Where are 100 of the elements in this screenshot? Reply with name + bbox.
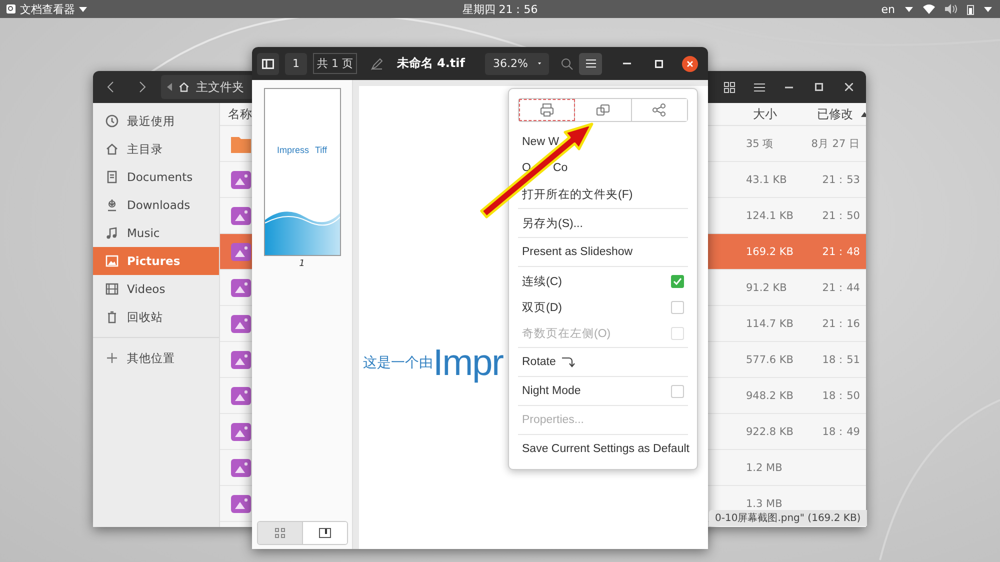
menu-button[interactable]	[579, 52, 602, 74]
sidebar-item[interactable]: Videos	[93, 275, 219, 303]
maximize-icon[interactable]	[815, 83, 823, 91]
modified-time: 18：50	[821, 388, 860, 402]
menu-item[interactable]: New W	[522, 136, 560, 148]
menu-icon[interactable]	[754, 82, 764, 92]
image-file-icon	[230, 458, 252, 478]
close-button[interactable]	[682, 56, 698, 72]
file-size: 1.3 MB	[746, 498, 784, 510]
picture-icon	[105, 254, 119, 268]
sort-icon[interactable]	[861, 112, 866, 116]
modified-time: 21：50	[821, 208, 860, 222]
zoom-dropdown[interactable]: 36.2%	[485, 52, 549, 74]
file-size: 91.2 KB	[746, 282, 788, 294]
sidebar-item[interactable]: 回收站	[93, 303, 219, 331]
page-count: 共 1 页	[313, 53, 357, 74]
image-file-icon	[230, 242, 252, 262]
file-size: 124.1 KB	[746, 210, 794, 222]
page-thumbnail[interactable]: Impress Tiff	[264, 88, 340, 256]
path-label: 主文件夹	[196, 78, 244, 96]
checkbox[interactable]	[671, 384, 684, 398]
clock[interactable]: 星期四 21：56	[462, 2, 538, 16]
caret-icon	[984, 6, 992, 12]
image-file-icon	[230, 170, 252, 190]
file-size: 35 项	[746, 136, 775, 150]
menu-item[interactable]: 另存为(S)...	[522, 216, 583, 230]
download-icon	[105, 198, 119, 212]
page-text: Impr	[433, 342, 503, 384]
image-file-icon	[230, 314, 252, 334]
window-title: 未命名 4.tif	[396, 55, 465, 72]
volume-icon[interactable]	[945, 4, 957, 14]
image-file-icon	[230, 422, 252, 442]
status-overlay: 0-10屏幕截图.png" (169.2 KB)	[709, 510, 867, 526]
path-bar[interactable]: 主文件夹	[161, 75, 254, 99]
file-size: 114.7 KB	[746, 318, 794, 330]
column-header[interactable]: 已修改	[817, 106, 853, 122]
grid-view-icon[interactable]	[724, 82, 734, 92]
back-icon[interactable]	[106, 81, 114, 93]
search-icon[interactable]	[561, 58, 573, 70]
image-file-icon	[230, 278, 252, 298]
trash-icon	[105, 310, 119, 324]
menu-item[interactable]: Save Current Settings as Default	[522, 443, 690, 455]
app-menu[interactable]: 文档查看器	[20, 2, 75, 16]
home-icon	[105, 142, 119, 156]
sidebar-item[interactable]: Documents	[93, 163, 219, 191]
menu-item[interactable]: O	[522, 162, 531, 174]
sidebar-item[interactable]: Downloads	[93, 191, 219, 219]
share-icon	[652, 103, 666, 117]
wifi-icon[interactable]	[923, 4, 935, 14]
sidebar-item[interactable]: 主目录	[93, 135, 219, 163]
minimize-icon[interactable]	[785, 86, 793, 88]
pencil-icon[interactable]	[371, 58, 383, 70]
app-icon	[6, 4, 16, 14]
modified-time: 21：53	[821, 172, 860, 186]
battery-icon[interactable]	[967, 4, 974, 14]
caret-icon	[79, 6, 87, 12]
file-size: 922.8 KB	[746, 426, 794, 438]
page-field[interactable]: 1	[285, 52, 307, 74]
image-file-icon	[230, 494, 252, 514]
grid-icon	[274, 528, 284, 538]
modified-time: 21：16	[821, 316, 860, 330]
rotate-icon	[560, 356, 575, 368]
home-icon	[178, 81, 190, 93]
sidebar-item[interactable]: 其他位置	[93, 344, 219, 372]
thumbnails-tab[interactable]	[258, 522, 302, 544]
modified-time: 18：51	[821, 352, 860, 366]
menu-item[interactable]: 连续(C)	[522, 274, 562, 288]
menu-item[interactable]: 打开所在的文件夹(F)	[522, 186, 633, 202]
annotations-tab[interactable]	[302, 522, 346, 544]
forward-icon[interactable]	[138, 81, 146, 93]
print-button[interactable]	[519, 99, 576, 121]
sidebar-item[interactable]: Music	[93, 219, 219, 247]
sidebar-toggle-button[interactable]	[257, 52, 279, 74]
checkbox[interactable]	[671, 274, 684, 288]
modified-time: 21：48	[821, 244, 860, 258]
column-header[interactable]: 大小	[753, 106, 815, 122]
print-icon	[540, 103, 554, 117]
document-icon	[105, 170, 119, 184]
film-icon	[105, 282, 119, 296]
sidebar-icon	[262, 58, 274, 68]
music-icon	[105, 226, 119, 240]
file-size: 948.2 KB	[746, 390, 794, 402]
menu-item[interactable]: Co	[552, 162, 568, 174]
file-size: 43.1 KB	[746, 174, 788, 186]
input-method[interactable]: en	[881, 2, 895, 16]
page-number: 1	[299, 259, 305, 269]
sidebar-item[interactable]: 最近使用	[93, 107, 219, 135]
copy-icon	[596, 103, 610, 117]
checkbox[interactable]	[671, 300, 684, 314]
plus-icon	[105, 351, 119, 365]
menu-item[interactable]: Present as Slideshow	[522, 246, 633, 258]
page-text: 这是一个由	[363, 354, 433, 372]
menu-item[interactable]: Night Mode	[522, 385, 581, 397]
menu-item[interactable]: 双页(D)	[522, 300, 562, 314]
image-file-icon	[230, 386, 252, 406]
file-size: 169.2 KB	[746, 246, 794, 258]
close-icon[interactable]	[845, 83, 853, 91]
file-size: 1.2 MB	[746, 462, 784, 474]
menu-item[interactable]: Rotate	[522, 356, 556, 368]
menu-icon	[586, 59, 596, 68]
